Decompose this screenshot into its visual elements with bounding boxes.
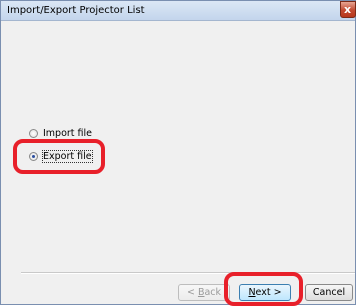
- import-file-option[interactable]: Import file: [29, 128, 92, 139]
- cancel-button[interactable]: Cancel: [305, 284, 353, 301]
- back-prefix: <: [186, 287, 198, 298]
- back-button[interactable]: < Back: [178, 284, 230, 301]
- cancel-label: Cancel: [312, 287, 346, 298]
- title-bar[interactable]: Import/Export Projector List x: [1, 1, 356, 21]
- export-option-highlight: [13, 139, 105, 174]
- window-title: Import/Export Projector List: [7, 5, 145, 16]
- import-file-radio[interactable]: [29, 129, 38, 138]
- footer-separator: [21, 272, 355, 274]
- dialog-window: Import/Export Projector List x Import fi…: [0, 0, 356, 306]
- next-button-highlight: [224, 272, 303, 306]
- import-file-label: Import file: [43, 128, 93, 139]
- back-rest: ack: [204, 287, 222, 298]
- close-icon: x: [344, 3, 352, 16]
- close-button[interactable]: x: [340, 1, 356, 18]
